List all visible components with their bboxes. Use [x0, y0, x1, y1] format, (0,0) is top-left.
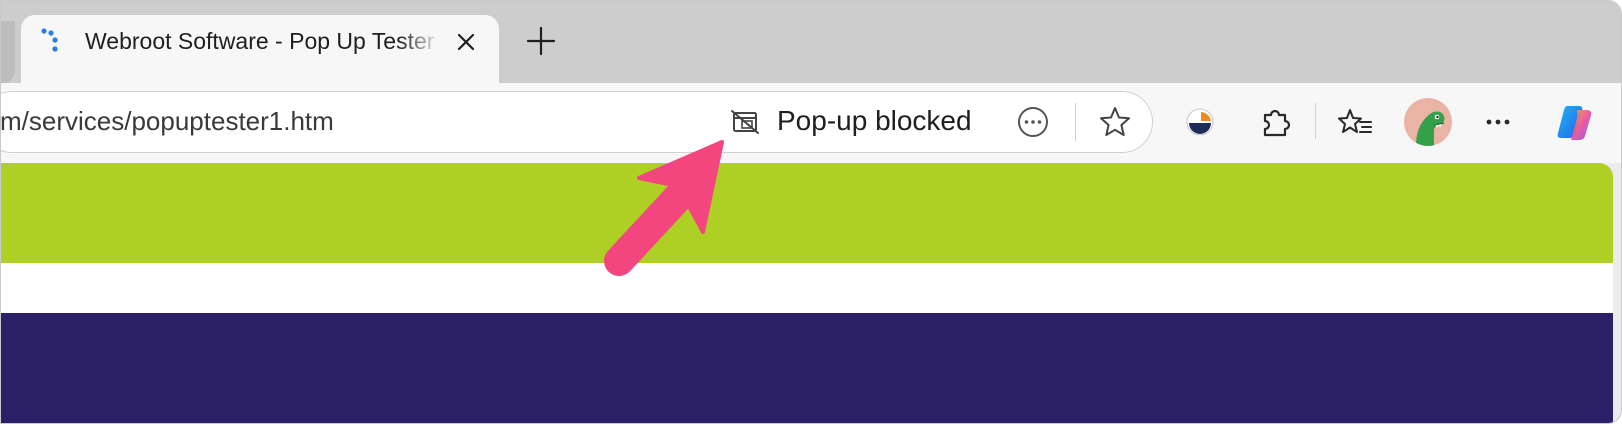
extensions-puzzle-icon[interactable]	[1255, 102, 1295, 142]
favorites-icon[interactable]	[1336, 102, 1376, 142]
close-icon[interactable]	[454, 30, 478, 54]
page-content	[1, 163, 1613, 423]
browser-window	[0, 0, 1622, 424]
page-actions-more-icon[interactable]	[1016, 105, 1050, 139]
new-tab-plus-icon[interactable]	[524, 24, 558, 58]
green-header-band	[1, 163, 1613, 263]
toolbar-divider	[1315, 103, 1316, 139]
popup-blocked-label[interactable]: Pop-up blocked	[777, 105, 972, 137]
profile-avatar[interactable]	[1404, 98, 1452, 146]
more-dots-icon[interactable]	[1478, 102, 1518, 142]
url-text[interactable]: m/services/popuptester1.htm	[0, 106, 334, 137]
add-favorite-star-icon[interactable]	[1097, 104, 1133, 140]
webroot-favicon-icon	[41, 28, 58, 52]
previous-tab-edge[interactable]	[1, 21, 15, 83]
tab-title: Webroot Software - Pop Up Tester	[85, 28, 435, 54]
dinosaur-avatar-icon	[1416, 111, 1445, 146]
popup-blocked-icon[interactable]	[730, 109, 760, 135]
webroot-extension-icon[interactable]	[1180, 102, 1220, 142]
navy-band	[1, 313, 1613, 423]
white-band	[1, 263, 1613, 313]
address-bar-divider	[1075, 103, 1076, 141]
copilot-icon[interactable]	[1553, 100, 1597, 144]
